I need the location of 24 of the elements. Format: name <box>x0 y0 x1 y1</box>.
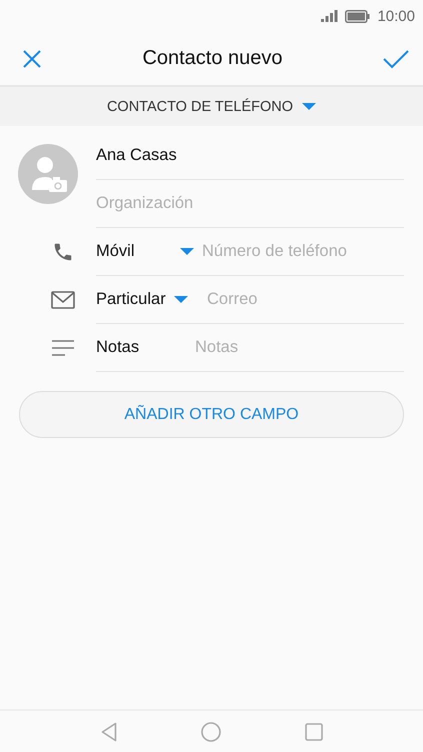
phone-field[interactable]: Número de teléfono <box>202 236 404 266</box>
save-button[interactable] <box>382 48 409 68</box>
caret-icon <box>302 102 316 110</box>
organization-field[interactable]: Organización <box>96 188 404 218</box>
field-label: Notas <box>96 338 140 357</box>
notes-field[interactable]: Notas <box>195 332 404 362</box>
signal-icon <box>321 10 338 22</box>
status-time: 10:00 <box>377 8 415 24</box>
recents-icon[interactable] <box>304 722 322 740</box>
type-dropdown[interactable]: Particular <box>96 284 207 314</box>
email-field[interactable]: Correo <box>207 284 404 314</box>
avatar-photo-icon[interactable] <box>18 144 78 204</box>
battery-icon <box>345 10 370 22</box>
close-button[interactable] <box>22 48 42 68</box>
screen-title: Contacto nuevo <box>142 47 283 70</box>
phone-icon <box>52 241 74 263</box>
back-icon[interactable] <box>100 722 116 742</box>
notes-icon <box>52 340 74 356</box>
caret-icon <box>174 296 188 304</box>
type-dropdown[interactable]: Móvil <box>96 236 202 266</box>
mail-icon <box>51 291 75 309</box>
home-icon[interactable] <box>200 722 220 742</box>
name-field[interactable]: Ana Casas <box>96 140 404 170</box>
caret-icon <box>180 248 194 256</box>
